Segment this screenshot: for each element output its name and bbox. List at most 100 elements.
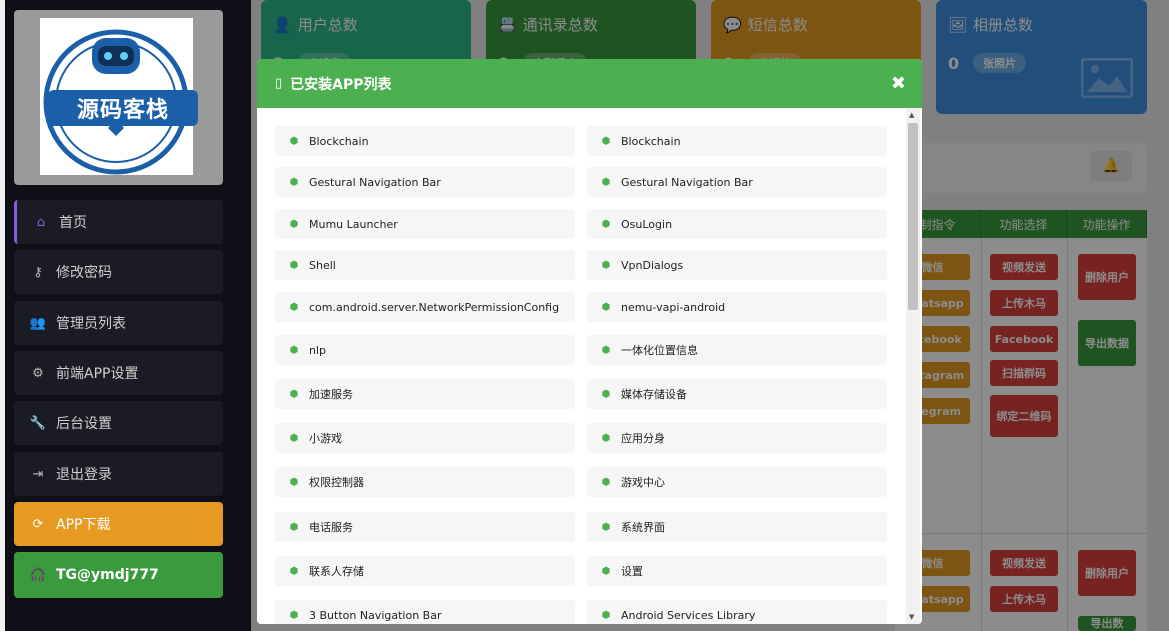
app-list-item: ⬢ 应用分身 [587,423,887,453]
app-list-item: ⬢ Mumu Launcher [275,209,575,239]
app-list-item: ⬢ 小游戏 [275,423,575,453]
modal-header: ▯ 已安装APP列表 ✖ [257,59,922,108]
android-icon: ⬢ [289,344,299,356]
app-name: 联系人存储 [309,565,364,578]
logo-text: 源码客栈 [48,90,198,126]
app-name: 小游戏 [309,432,342,445]
gear-icon: ⚙ [32,365,44,381]
close-icon[interactable]: ✖ [891,73,906,94]
nav-app-settings[interactable]: ⚙ 前端APP设置 [14,351,223,395]
app-name: OsuLogin [621,217,673,231]
mobile-icon: ▯ [275,76,283,91]
app-list-item: ⬢ Shell [275,250,575,280]
app-list-item: ⬢ 游戏中心 [587,467,887,497]
app-list-item: ⬢ com.android.server.NetworkPermissionCon… [275,292,575,322]
nav-home[interactable]: ⌂ 首页 [14,200,223,244]
logo-box: 源码客栈 [14,10,223,185]
nav-telegram-contact-label: TG@ymdj777 [56,567,159,583]
app-name: Blockchain [309,134,369,148]
scrollbar[interactable]: ▲ ▼ [906,108,920,624]
app-list-item: ⬢ 权限控制器 [275,467,575,497]
installed-apps-modal: ▯ 已安装APP列表 ✖ ⬢ Blockchain ⬢ Blockchain ⬢ Gest… [257,59,922,624]
app-name: 加速服务 [309,388,353,401]
logo: 源码客栈 [40,18,198,175]
app-list-item: ⬢ OsuLogin [587,209,887,239]
app-name: 权限控制器 [309,476,364,489]
android-icon: ⬢ [601,609,611,621]
app-list-item: ⬢ 加速服务 [275,379,575,409]
users-icon: 👥 [29,315,47,331]
app-list-item: ⬢ nemu-vapi-android [587,292,887,322]
nav-app-settings-label: 前端APP设置 [56,366,139,382]
sign-out-icon: ⇥ [32,466,44,482]
nav-app-download[interactable]: ⟳ APP下载 [14,502,223,546]
app-name: Gestural Navigation Bar [309,175,441,189]
nav-backend-settings[interactable]: 🔧 后台设置 [14,401,223,445]
nav-admin-list-label: 管理员列表 [56,316,126,332]
android-icon: ⬢ [601,476,611,488]
android-icon: ⬢ [289,388,299,400]
sidebar-edge [0,0,5,631]
nav-logout[interactable]: ⇥ 退出登录 [14,452,223,496]
android-icon: ⬢ [601,388,611,400]
nav-change-password[interactable]: ⚷ 修改密码 [14,250,223,294]
nav-home-label: 首页 [59,215,87,231]
scroll-down-icon[interactable]: ▼ [909,613,914,621]
android-icon: ⬢ [601,521,611,533]
app-list-item: ⬢ 联系人存储 [275,556,575,586]
key-icon: ⚷ [33,264,43,280]
app-list-item: ⬢ Gestural Navigation Bar [587,167,887,197]
app-name: Blockchain [621,134,681,148]
app-name: 媒体存储设备 [621,388,687,401]
android-icon: ⬢ [601,135,611,147]
app-list-item: ⬢ 媒体存储设备 [587,379,887,409]
app-name: VpnDialogs [621,258,684,272]
android-icon: ⬢ [289,565,299,577]
android-icon: ⬢ [601,565,611,577]
app-list-item: ⬢ Gestural Navigation Bar [275,167,575,197]
modal-title: 已安装APP列表 [290,76,392,93]
app-name: 系统界面 [621,521,665,534]
android-icon: ⬢ [289,521,299,533]
refresh-icon: ⟳ [32,516,44,532]
app-name: Android Services Library [621,608,756,622]
android-icon: ⬢ [601,301,611,313]
android-icon: ⬢ [601,259,611,271]
app-name: 设置 [621,565,643,578]
app-list-item: ⬢ 电话服务 [275,512,575,542]
app-name: 一体化位置信息 [621,344,698,357]
app-name: nlp [309,343,327,357]
scroll-up-icon[interactable]: ▲ [909,111,914,119]
app-list-item: ⬢ 设置 [587,556,887,586]
app-name: nemu-vapi-android [621,300,726,314]
app-name: Gestural Navigation Bar [621,175,753,189]
app-list-item: ⬢ 一体化位置信息 [587,335,887,365]
nav-telegram-contact[interactable]: 🎧 TG@ymdj777 [14,552,223,598]
app-list-item: ⬢ nlp [275,335,575,365]
app-list-item: ⬢ 3 Button Navigation Bar [275,600,575,624]
app-list-item: ⬢ Blockchain [587,126,887,156]
app-name: 电话服务 [309,521,353,534]
nav-app-download-label: APP下载 [56,517,111,533]
headphones-icon: 🎧 [29,567,47,583]
android-icon: ⬢ [289,432,299,444]
android-icon: ⬢ [601,218,611,230]
wrench-icon: 🔧 [29,415,47,431]
home-icon: ⌂ [36,214,46,230]
app-list: ⬢ Blockchain ⬢ Blockchain ⬢ Gestural Navigati… [257,108,922,624]
nav-backend-settings-label: 后台设置 [56,416,112,432]
nav-change-password-label: 修改密码 [56,265,112,281]
app-name: 3 Button Navigation Bar [309,608,442,622]
app-list-item: ⬢ Android Services Library [587,600,887,624]
nav-admin-list[interactable]: 👥 管理员列表 [14,301,223,345]
app-name: 应用分身 [621,432,665,445]
android-icon: ⬢ [289,609,299,621]
android-icon: ⬢ [289,476,299,488]
android-icon: ⬢ [289,135,299,147]
app-name: Mumu Launcher [309,217,398,231]
android-icon: ⬢ [289,301,299,313]
app-list-item: ⬢ Blockchain [275,126,575,156]
android-icon: ⬢ [601,432,611,444]
scroll-thumb[interactable] [908,123,918,310]
nav-logout-label: 退出登录 [56,467,112,483]
